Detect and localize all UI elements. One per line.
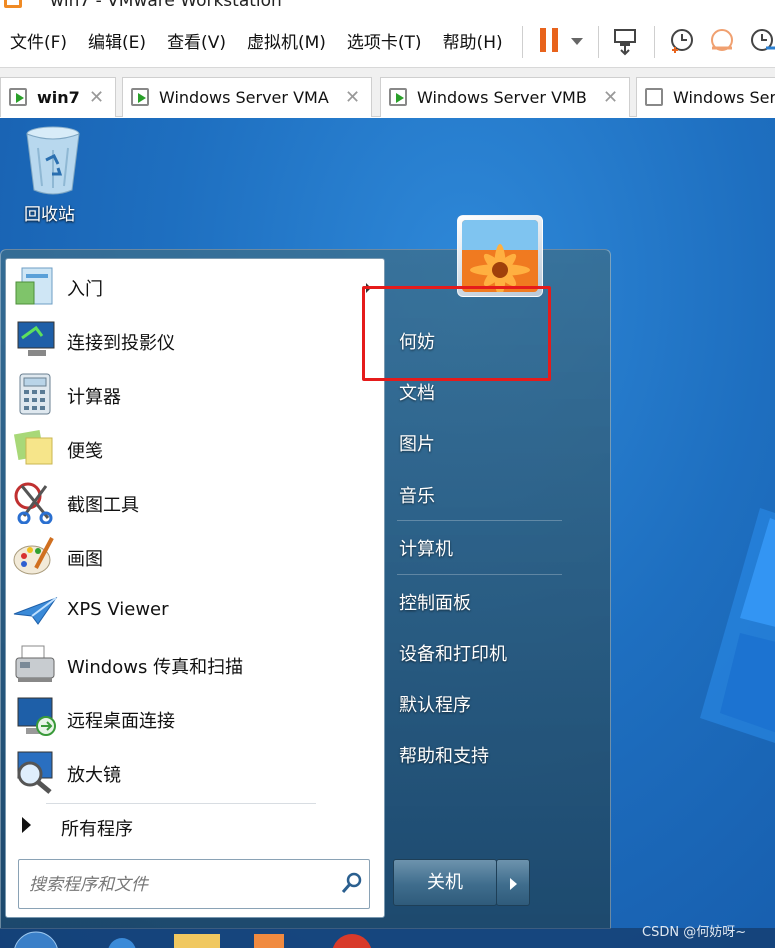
start-search-box[interactable] <box>18 859 370 909</box>
program-xps-viewer[interactable]: XPS Viewer <box>10 585 386 635</box>
program-connect-projector[interactable]: 连接到投影仪 <box>10 315 386 365</box>
snapshot-icon[interactable] <box>668 26 696 56</box>
places-divider <box>397 574 562 575</box>
program-label: 放大镜 <box>67 765 121 786</box>
calculator-icon <box>19 373 51 415</box>
triangle-right-icon <box>22 817 31 833</box>
menu-bar: 文件(F) 编辑(E) 查看(V) 虚拟机(M) 选项卡(T) 帮助(H) <box>0 14 775 68</box>
vm-running-icon <box>389 88 407 106</box>
tab-windows-server-vmb[interactable]: Windows Server VMB ✕ <box>380 77 630 117</box>
revert-snapshot-icon[interactable] <box>708 26 736 56</box>
close-icon[interactable]: ✕ <box>603 87 618 108</box>
computer-link[interactable]: 计算机 <box>399 535 453 561</box>
program-label: XPS Viewer <box>67 599 169 620</box>
menu-tabs[interactable]: 选项卡(T) <box>347 28 422 53</box>
program-magnifier[interactable]: 放大镜 <box>10 747 386 797</box>
menu-edit[interactable]: 编辑(E) <box>88 28 146 53</box>
chrome-taskbar-icon[interactable] <box>332 934 372 948</box>
recycle-bin-icon[interactable] <box>24 124 82 196</box>
menu-view[interactable]: 查看(V) <box>167 28 226 53</box>
xps-viewer-icon <box>13 596 58 625</box>
fax-scan-icon <box>15 645 55 682</box>
start-orb-icon[interactable] <box>14 931 58 948</box>
guest-desktop[interactable]: 回收站 入门 连接到投影仪 计算器 便笺 截图工具 画图 XPS Viewer … <box>0 118 775 948</box>
ie-taskbar-icon[interactable] <box>108 938 136 948</box>
vm-running-icon <box>9 88 27 106</box>
all-programs-label: 所有程序 <box>61 819 133 840</box>
all-programs-button[interactable]: 所有程序 <box>20 812 380 842</box>
recycle-bin-label[interactable]: 回收站 <box>24 200 75 225</box>
close-icon[interactable]: ✕ <box>89 87 104 108</box>
places-divider <box>397 520 562 521</box>
snapshot-manager-icon[interactable] <box>748 26 775 56</box>
magnifier-icon <box>17 751 53 794</box>
music-link[interactable]: 音乐 <box>399 482 435 508</box>
snipping-tool-icon <box>14 482 53 524</box>
vm-off-icon <box>645 88 663 106</box>
shutdown-button[interactable]: 关机 <box>393 859 497 906</box>
program-label: 远程桌面连接 <box>67 711 175 732</box>
start-menu: 入门 连接到投影仪 计算器 便笺 截图工具 画图 XPS Viewer Wind… <box>0 215 611 929</box>
control-panel-link[interactable]: 控制面板 <box>399 589 471 615</box>
vm-running-icon <box>131 88 149 106</box>
program-snipping-tool[interactable]: 截图工具 <box>10 477 386 527</box>
getting-started-icon <box>15 267 53 305</box>
watermark: CSDN @何妨呀~ <box>642 925 747 940</box>
default-programs-link[interactable]: 默认程序 <box>399 691 471 717</box>
windows-logo-wallpaper <box>700 508 775 743</box>
tab-label: win7 <box>37 88 80 107</box>
menu-file[interactable]: 文件(F) <box>10 28 67 53</box>
tab-label: Windows Server VMA <box>159 88 329 107</box>
program-label: 便笺 <box>67 441 103 462</box>
program-label: 画图 <box>67 549 103 570</box>
program-sticky-notes[interactable]: 便笺 <box>10 423 386 473</box>
tab-windows-server[interactable]: Windows Serve <box>636 77 775 117</box>
search-input[interactable] <box>29 870 329 900</box>
help-support-link[interactable]: 帮助和支持 <box>399 742 489 768</box>
program-label: Windows 传真和扫描 <box>67 657 244 678</box>
window-title: win7 - VMware Workstation <box>50 0 282 11</box>
explorer-taskbar-icon[interactable] <box>174 934 220 948</box>
vm-tab-bar: win7 ✕ Windows Server VMA ✕ Windows Serv… <box>0 68 775 117</box>
vmware-app-icon <box>4 0 22 8</box>
search-icon[interactable] <box>341 872 363 894</box>
shutdown-options-button[interactable] <box>496 859 530 906</box>
title-bar: win7 - VMware Workstation <box>0 0 775 14</box>
tab-label: Windows Serve <box>673 88 775 107</box>
projector-icon <box>17 321 55 356</box>
programs-divider <box>46 803 316 804</box>
remote-desktop-icon <box>17 697 56 736</box>
devices-printers-link[interactable]: 设备和打印机 <box>399 640 507 666</box>
chevron-right-icon <box>510 878 517 890</box>
program-windows-fax-scan[interactable]: Windows 传真和扫描 <box>10 639 386 689</box>
paint-icon <box>13 537 54 575</box>
tab-windows-server-vma[interactable]: Windows Server VMA ✕ <box>122 77 372 117</box>
program-getting-started[interactable]: 入门 <box>10 261 386 311</box>
documents-link[interactable]: 文档 <box>399 379 435 405</box>
program-label: 连接到投影仪 <box>67 333 175 354</box>
media-taskbar-icon[interactable] <box>254 934 284 948</box>
program-paint[interactable]: 画图 <box>10 531 386 581</box>
program-remote-desktop[interactable]: 远程桌面连接 <box>10 693 386 743</box>
sticky-notes-icon <box>13 429 53 465</box>
highlight-annotation-box <box>362 286 551 381</box>
program-calculator[interactable]: 计算器 <box>10 369 386 419</box>
pause-icon[interactable] <box>540 26 560 56</box>
send-keys-icon[interactable] <box>612 26 640 56</box>
menu-vm[interactable]: 虚拟机(M) <box>247 28 326 53</box>
tab-label: Windows Server VMB <box>417 88 587 107</box>
tab-win7[interactable]: win7 ✕ <box>0 77 116 117</box>
pictures-link[interactable]: 图片 <box>399 430 435 456</box>
close-icon[interactable]: ✕ <box>345 87 360 108</box>
program-label: 计算器 <box>67 387 121 408</box>
chevron-down-icon[interactable] <box>571 38 583 45</box>
program-label: 截图工具 <box>67 495 139 516</box>
start-menu-programs-pane: 入门 连接到投影仪 计算器 便笺 截图工具 画图 XPS Viewer Wind… <box>5 258 385 918</box>
menu-help[interactable]: 帮助(H) <box>443 28 503 53</box>
program-label: 入门 <box>67 279 103 300</box>
